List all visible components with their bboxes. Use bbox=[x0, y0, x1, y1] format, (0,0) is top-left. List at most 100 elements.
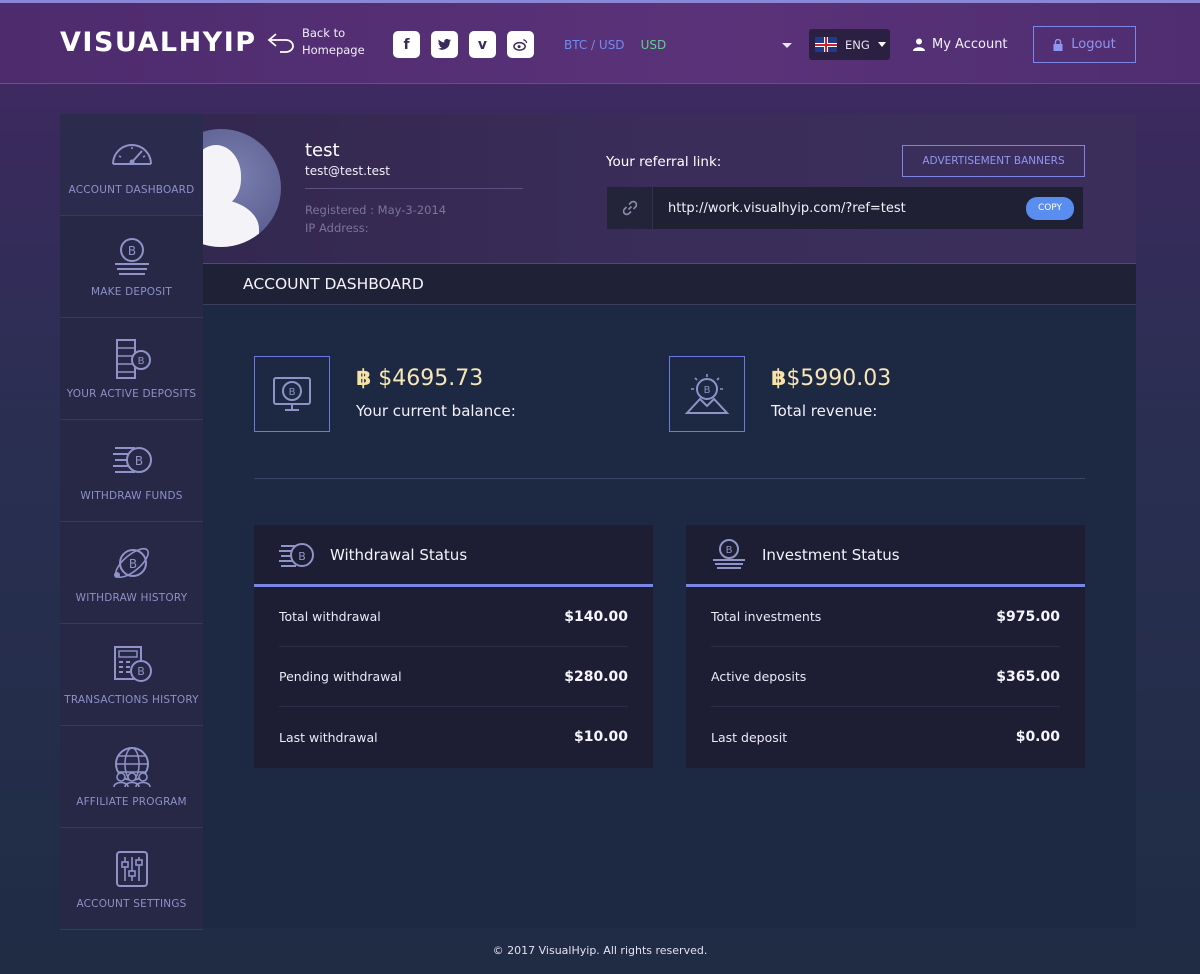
coin-stack-icon: B bbox=[713, 538, 745, 569]
revenue-value-line: ฿$5990.03 bbox=[771, 366, 891, 391]
social-links: f v bbox=[393, 31, 534, 58]
withdrawal-panel-header: B Withdrawal Status bbox=[254, 525, 653, 587]
sidebar-item-label: TRANSACTIONS HISTORY bbox=[64, 693, 199, 706]
logout-label: Logout bbox=[1071, 37, 1116, 52]
site-logo[interactable]: VISUALHYIP bbox=[60, 27, 257, 58]
my-account-label: My Account bbox=[932, 37, 1008, 52]
main-content: test test@test.test Registered : May-3-2… bbox=[203, 114, 1136, 928]
language-caret-icon bbox=[877, 42, 886, 47]
row-label: Pending withdrawal bbox=[279, 669, 402, 684]
revenue-label: Total revenue: bbox=[771, 402, 878, 420]
row-value: $140.00 bbox=[564, 608, 628, 625]
speedometer-icon bbox=[111, 143, 152, 165]
referral-link-box: http://work.visualhyip.com/?ref=test COP… bbox=[607, 187, 1083, 229]
currency-switcher[interactable]: BTC / USD USD bbox=[564, 38, 666, 52]
sidebar-item-affiliate-program[interactable]: AFFILIATE PROGRAM bbox=[60, 726, 203, 828]
back-line-1: Back to bbox=[302, 26, 346, 40]
sidebar-item-active-deposits[interactable]: B YOUR ACTIVE DEPOSITS bbox=[60, 318, 203, 420]
twitter-bird-icon bbox=[437, 38, 452, 50]
section-header: ACCOUNT DASHBOARD bbox=[203, 263, 1136, 305]
svg-text:B: B bbox=[726, 545, 733, 556]
fast-coin-icon: B bbox=[112, 446, 152, 473]
investment-status-panel: B Investment Status Total investments $9… bbox=[686, 525, 1085, 768]
svg-text:B: B bbox=[704, 385, 711, 396]
row-value: $365.00 bbox=[996, 668, 1060, 685]
table-row: Last withdrawal $10.00 bbox=[279, 707, 628, 767]
row-value: $975.00 bbox=[996, 608, 1060, 625]
sidebar-item-label: ACCOUNT DASHBOARD bbox=[68, 183, 195, 196]
orbit-coin-icon: B bbox=[113, 547, 149, 578]
revenue-value: $5990.03 bbox=[786, 366, 892, 391]
svg-text:B: B bbox=[134, 454, 142, 468]
fast-coin-icon: B bbox=[279, 542, 314, 567]
withdrawal-status-panel: B Withdrawal Status Total withdrawal $14… bbox=[254, 525, 653, 768]
sidebar-item-withdraw-history[interactable]: B WITHDRAW HISTORY bbox=[60, 522, 203, 624]
facebook-icon[interactable]: f bbox=[393, 31, 420, 58]
sidebar-item-withdraw-funds[interactable]: B WITHDRAW FUNDS bbox=[60, 420, 203, 522]
row-label: Total withdrawal bbox=[279, 609, 381, 624]
footer-copyright: © 2017 VisualHyip. All rights reserved. bbox=[492, 944, 708, 957]
row-label: Last deposit bbox=[711, 729, 788, 745]
investment-panel-header: B Investment Status bbox=[686, 525, 1085, 587]
sidebar-item-label: YOUR ACTIVE DEPOSITS bbox=[66, 387, 197, 400]
row-label: Active deposits bbox=[711, 669, 807, 684]
sidebar-item-label: MAKE DEPOSIT bbox=[91, 285, 172, 298]
logout-button[interactable]: Logout bbox=[1033, 26, 1136, 63]
chevron-down-icon[interactable] bbox=[782, 43, 792, 48]
my-account-link[interactable]: My Account bbox=[913, 37, 1008, 52]
withdrawal-panel-title: Withdrawal Status bbox=[330, 545, 468, 564]
twitter-icon[interactable] bbox=[431, 31, 458, 58]
globe-users-icon bbox=[112, 746, 151, 787]
row-label: Last withdrawal bbox=[279, 729, 378, 745]
svg-text:B: B bbox=[298, 550, 306, 563]
advertisement-banners-button[interactable]: ADVERTISEMENT BANNERS bbox=[902, 145, 1085, 177]
svg-text:B: B bbox=[137, 665, 145, 678]
sidebar: ACCOUNT DASHBOARD B MAKE DEPOSIT B YOUR … bbox=[60, 114, 203, 930]
calculator-coin-icon: B bbox=[113, 645, 152, 682]
balance-value: $4695.73 bbox=[371, 366, 484, 391]
investment-panel-title: Investment Status bbox=[762, 545, 900, 564]
monitor-coin-icon: B bbox=[254, 356, 330, 432]
mountain-coin-icon: B bbox=[669, 356, 745, 432]
balance-stat: B ฿ $4695.73 Your current balance: bbox=[254, 356, 584, 434]
weibo-eye-icon bbox=[513, 39, 528, 51]
coin-stack-icon: B bbox=[114, 237, 149, 275]
language-selector[interactable]: ENG bbox=[809, 29, 890, 60]
balance-label: Your current balance: bbox=[356, 402, 516, 420]
page-title: ACCOUNT DASHBOARD bbox=[243, 275, 424, 293]
back-to-homepage-link[interactable]: Back to Homepage bbox=[266, 25, 365, 59]
currency-selected[interactable]: USD bbox=[641, 38, 667, 52]
row-value: $280.00 bbox=[564, 668, 628, 685]
row-value: $10.00 bbox=[573, 729, 628, 745]
weibo-icon[interactable] bbox=[507, 31, 534, 58]
profile-divider bbox=[305, 188, 523, 189]
sidebar-item-make-deposit[interactable]: B MAKE DEPOSIT bbox=[60, 216, 203, 318]
divider bbox=[254, 478, 1085, 479]
sidebar-item-transactions-history[interactable]: B TRANSACTIONS HISTORY bbox=[60, 624, 203, 726]
table-row: Total investments $975.00 bbox=[711, 587, 1060, 647]
sidebar-item-label: ACCOUNT SETTINGS bbox=[76, 897, 187, 910]
language-label: ENG bbox=[845, 37, 870, 52]
back-arrow-icon bbox=[267, 33, 294, 53]
lock-icon bbox=[1053, 38, 1063, 51]
sliders-icon bbox=[115, 850, 148, 887]
table-row: Pending withdrawal $280.00 bbox=[279, 647, 628, 707]
vimeo-icon[interactable]: v bbox=[469, 31, 496, 58]
link-icon bbox=[607, 187, 653, 229]
sidebar-item-account-dashboard[interactable]: ACCOUNT DASHBOARD bbox=[60, 114, 203, 216]
back-link-text: Back to Homepage bbox=[302, 25, 365, 59]
revenue-stat: B ฿$5990.03 Total revenue: bbox=[669, 356, 999, 434]
sidebar-item-account-settings[interactable]: ACCOUNT SETTINGS bbox=[60, 828, 203, 930]
sidebar-item-label: AFFILIATE PROGRAM bbox=[76, 795, 187, 808]
registered-date: Registered : May-3-2014 bbox=[305, 203, 447, 217]
table-row: Last deposit $0.00 bbox=[711, 707, 1060, 767]
svg-text:B: B bbox=[137, 356, 144, 367]
currency-pair[interactable]: BTC / USD bbox=[564, 38, 625, 52]
back-line-2: Homepage bbox=[302, 43, 365, 57]
svg-text:B: B bbox=[289, 387, 296, 398]
user-name: test bbox=[305, 140, 340, 161]
avatar[interactable] bbox=[203, 129, 281, 247]
copy-button[interactable]: COPY bbox=[1026, 196, 1074, 220]
referral-url[interactable]: http://work.visualhyip.com/?ref=test bbox=[653, 201, 1026, 216]
row-value: $0.00 bbox=[1015, 729, 1060, 745]
